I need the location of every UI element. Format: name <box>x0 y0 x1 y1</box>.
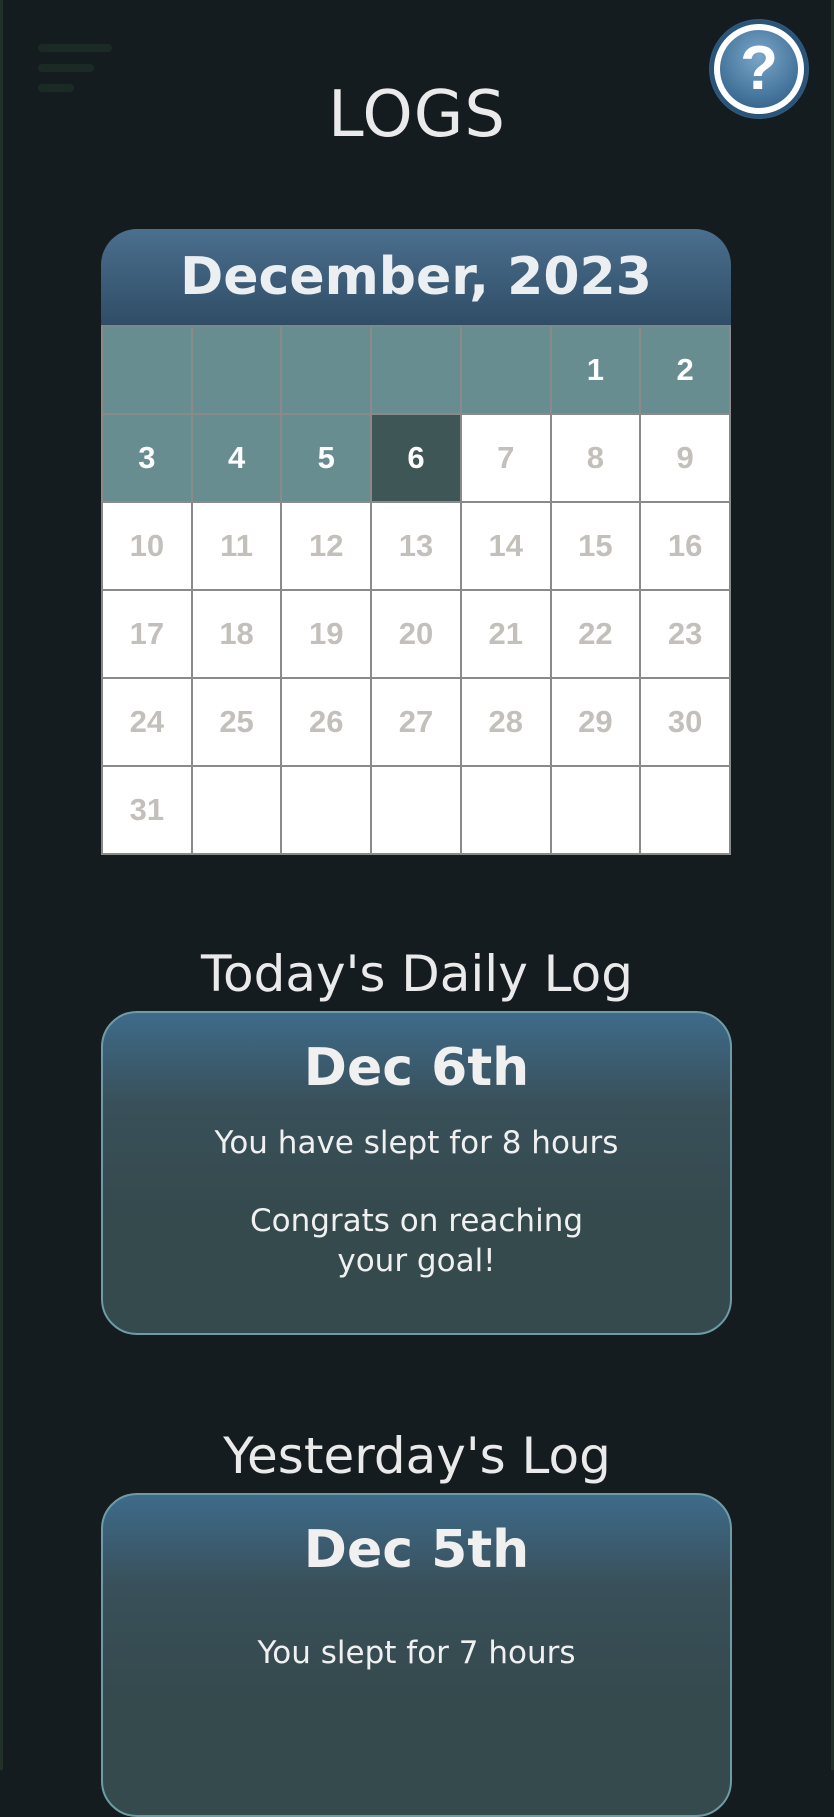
calendar-day-31[interactable]: 31 <box>103 767 193 855</box>
svg-text:?: ? <box>740 34 778 103</box>
calendar-day-20[interactable]: 20 <box>372 591 462 679</box>
calendar-empty-cell <box>641 767 731 855</box>
calendar-day-28[interactable]: 28 <box>461 679 552 767</box>
calendar-day-15[interactable]: 15 <box>551 503 642 591</box>
calendar-empty-cell <box>461 327 552 415</box>
calendar-day-12[interactable]: 12 <box>282 503 373 591</box>
calendar-day-30[interactable]: 30 <box>641 679 731 767</box>
calendar-day-24[interactable]: 24 <box>103 679 193 767</box>
yesterday-log-heading: Yesterday's Log <box>223 1426 611 1485</box>
calendar-empty-cell <box>192 767 283 855</box>
calendar-day-25[interactable]: 25 <box>192 679 283 767</box>
calendar-empty-cell <box>372 327 462 415</box>
calendar-day-4[interactable]: 4 <box>192 415 283 503</box>
yesterday-sleep-text: You slept for 7 hours <box>257 1635 576 1671</box>
today-sleep-text: You have slept for 8 hours <box>214 1125 619 1161</box>
today-log-date: Dec 6th <box>303 1038 530 1098</box>
help-button[interactable]: ? <box>709 19 809 119</box>
yesterday-log-date: Dec 5th <box>303 1520 530 1580</box>
calendar-day-18[interactable]: 18 <box>192 591 283 679</box>
calendar-day-22[interactable]: 22 <box>551 591 642 679</box>
today-log-heading: Today's Daily Log <box>200 944 633 1003</box>
calendar-day-3[interactable]: 3 <box>103 415 193 503</box>
calendar-day-27[interactable]: 27 <box>372 679 462 767</box>
calendar-day-19[interactable]: 19 <box>282 591 373 679</box>
calendar-day-26[interactable]: 26 <box>282 679 373 767</box>
calendar-day-7[interactable]: 7 <box>461 415 552 503</box>
help-circle-icon: ? <box>710 20 808 118</box>
today-message-line: Congrats on reaching <box>249 1203 584 1239</box>
calendar-day-17[interactable]: 17 <box>103 591 193 679</box>
menu-bar <box>38 44 112 52</box>
calendar-grid: 1 2 3 4 5 6 7 8 9 10 11 12 13 14 15 16 17 18 19 20 21 22 23 24 2… <box>101 325 731 855</box>
calendar-empty-cell <box>103 327 193 415</box>
calendar-day-21[interactable]: 21 <box>461 591 552 679</box>
calendar-month-title: December, 2023 <box>101 229 731 325</box>
calendar-day-9[interactable]: 9 <box>641 415 731 503</box>
calendar-day-13[interactable]: 13 <box>372 503 462 591</box>
menu-bar <box>38 64 94 72</box>
today-log-card[interactable]: Dec 6th You have slept for 8 hours Congr… <box>101 1011 732 1335</box>
calendar: December, 2023 1 2 3 4 5 6 7 8 9 10 11 12 13 14 15 16 17… <box>101 229 731 855</box>
calendar-day-6[interactable]: 6 <box>372 415 462 503</box>
calendar-day-23[interactable]: 23 <box>641 591 731 679</box>
calendar-empty-cell <box>372 767 462 855</box>
calendar-day-29[interactable]: 29 <box>551 679 642 767</box>
calendar-day-11[interactable]: 11 <box>192 503 283 591</box>
calendar-empty-cell <box>282 327 373 415</box>
calendar-day-8[interactable]: 8 <box>551 415 642 503</box>
calendar-day-2[interactable]: 2 <box>641 327 731 415</box>
calendar-day-10[interactable]: 10 <box>103 503 193 591</box>
calendar-day-16[interactable]: 16 <box>641 503 731 591</box>
calendar-day-14[interactable]: 14 <box>461 503 552 591</box>
calendar-day-5[interactable]: 5 <box>282 415 373 503</box>
today-message-line: your goal! <box>337 1243 496 1279</box>
calendar-day-1[interactable]: 1 <box>551 327 642 415</box>
calendar-empty-cell <box>282 767 373 855</box>
calendar-empty-cell <box>192 327 283 415</box>
calendar-empty-cell <box>551 767 642 855</box>
calendar-empty-cell <box>461 767 552 855</box>
yesterday-log-card[interactable]: Dec 5th You slept for 7 hours <box>101 1493 732 1817</box>
